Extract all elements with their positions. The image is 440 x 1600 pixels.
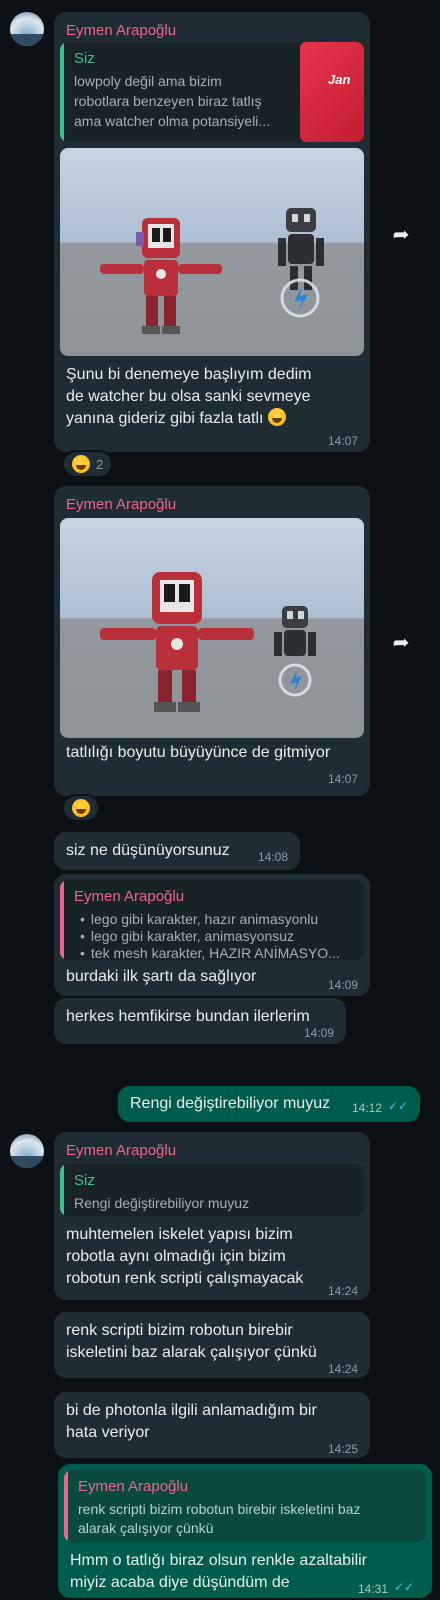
quote-bullet-item: tek mesh karakter, HAZIR ANİMASYO...: [80, 944, 340, 960]
reaction-badge[interactable]: [62, 794, 100, 822]
quote-sender: Siz: [74, 1172, 95, 1189]
message-text-line: de watcher bu olsa sanki sevmeye: [66, 388, 311, 405]
reaction-badge[interactable]: 2: [62, 450, 114, 478]
robot-image-illustration: [100, 208, 324, 334]
quoted-message[interactable]: Siz Rengi değiştirebiliyor muyuz: [60, 1164, 364, 1216]
quote-text-line: alarak çalışıyor çünkü: [78, 1520, 214, 1536]
sender-name[interactable]: Eymen Arapoğlu: [66, 496, 176, 513]
read-receipt-icon: ✓✓: [394, 1580, 415, 1594]
message-bubble-outgoing[interactable]: Rengi değiştirebiliyor muyuz 14:12 ✓✓: [118, 1086, 420, 1122]
message-time: 14:09: [328, 978, 359, 992]
message-time: 14:08: [258, 850, 289, 864]
message-text-line: hata veriyor: [66, 1424, 150, 1441]
quoted-message[interactable]: Siz lowpoly değil ama bizim robotlara be…: [60, 42, 364, 142]
sender-avatar[interactable]: [10, 12, 44, 46]
sender-avatar[interactable]: [10, 1134, 44, 1168]
message-time: 14:31: [358, 1582, 389, 1596]
message-text: burdaki ilk şartı da sağlıyor: [66, 968, 257, 985]
quote-text-line: renk scripti bizim robotun birebir iskel…: [78, 1501, 361, 1517]
message-time: 14:12: [352, 1101, 383, 1115]
sender-name[interactable]: Eymen Arapoğlu: [66, 1142, 176, 1159]
laughing-emoji-icon: [267, 408, 286, 426]
message-bubble[interactable]: Eymen Arapoğlu Siz lowpoly değil ama biz…: [54, 12, 370, 452]
message-text-line: iskeletini baz alarak çalışıyor çünkü: [66, 1344, 317, 1361]
image-attachment[interactable]: [60, 148, 364, 356]
message-bubble[interactable]: Eymen Arapoğlu Siz Rengi değiştirebiliyo…: [54, 1132, 370, 1300]
thumbnail-label: Jan: [328, 72, 351, 87]
message-time: 14:07: [328, 772, 359, 786]
message-bubble[interactable]: Eymen Arapoğlu lego gibi karakter, hazır…: [54, 874, 370, 996]
message-text-line: robotun renk scripti çalışmayacak: [66, 1270, 304, 1287]
message-text: siz ne düşünüyorsunuz: [66, 842, 230, 859]
quote-text-line: Rengi değiştirebiliyor muyuz: [74, 1195, 250, 1211]
robot-image-illustration: [100, 572, 316, 712]
quote-sender: Eymen Arapoğlu: [78, 1478, 189, 1495]
image-attachment[interactable]: [60, 518, 364, 738]
message-text-line: Hmm o tatlığı biraz olsun renkle azaltab…: [70, 1552, 368, 1569]
quote-accent-bar: [64, 1470, 68, 1542]
forward-icon[interactable]: ➦: [384, 626, 418, 660]
laughing-emoji-icon: [72, 799, 90, 817]
message-bubble[interactable]: Eymen Arapoğlu tatlılığı boyutu büyüyünc…: [54, 486, 370, 796]
quote-accent-bar: [60, 1164, 64, 1216]
message-text: tatlılığı boyutu büyüyünce de gitmiyor: [66, 744, 331, 761]
message-text-line: muhtemelen iskelet yapısı bizim: [66, 1226, 293, 1243]
quoted-message[interactable]: Eymen Arapoğlu lego gibi karakter, hazır…: [60, 880, 364, 960]
message-text: herkes hemfikirse bundan ilerlerim: [66, 1008, 310, 1025]
message-text-line: yanına gideriz gibi fazla tatlı: [66, 408, 286, 430]
message-time: 14:09: [304, 1026, 335, 1040]
quote-sender: Siz: [74, 50, 95, 67]
message-time: 14:07: [328, 434, 359, 448]
forward-icon[interactable]: ➦: [384, 218, 418, 252]
message-bubble[interactable]: renk scripti bizim robotun birebir iskel…: [54, 1312, 370, 1378]
quote-text-line: ama watcher olma potansiyeli...: [74, 113, 271, 129]
message-text-line: bi de photonla ilgili anlamadığım bir: [66, 1402, 317, 1419]
message-text-line: robotla aynı olmadığı için bizim: [66, 1248, 286, 1265]
message-text-line: Şunu bi denemeye başlıyım dedim: [66, 366, 312, 383]
quote-accent-bar: [60, 42, 64, 142]
quote-text-line: lowpoly değil ama bizim: [74, 73, 222, 89]
message-bubble[interactable]: siz ne düşünüyorsunuz 14:08: [54, 832, 300, 870]
message-bubble[interactable]: herkes hemfikirse bundan ilerlerim 14:09: [54, 998, 346, 1044]
quote-accent-bar: [60, 880, 64, 960]
quote-thumbnail: Jan: [300, 42, 364, 142]
message-time: 14:25: [328, 1442, 359, 1456]
reaction-count: 2: [96, 456, 104, 472]
message-bubble-outgoing[interactable]: Eymen Arapoğlu renk scripti bizim robotu…: [58, 1464, 432, 1598]
quoted-message[interactable]: Eymen Arapoğlu renk scripti bizim robotu…: [64, 1470, 426, 1542]
message-time: 14:24: [328, 1284, 359, 1298]
quote-text-line: robotlara benzeyen biraz tatlış: [74, 93, 262, 109]
message-text-line: miyiz acaba diye düşündüm de: [70, 1574, 290, 1591]
laughing-emoji-icon: [72, 455, 90, 473]
read-receipt-icon: ✓✓: [388, 1099, 409, 1113]
quote-sender: Eymen Arapoğlu: [74, 888, 185, 905]
sender-name[interactable]: Eymen Arapoğlu: [66, 22, 176, 39]
message-text: Rengi değiştirebiliyor muyuz: [130, 1095, 331, 1112]
message-time: 14:24: [328, 1362, 359, 1376]
message-bubble[interactable]: bi de photonla ilgili anlamadığım bir ha…: [54, 1392, 370, 1458]
chat-area[interactable]: Eymen Arapoğlu Siz lowpoly değil ama biz…: [0, 0, 440, 1600]
message-text-line: renk scripti bizim robotun birebir: [66, 1322, 293, 1339]
